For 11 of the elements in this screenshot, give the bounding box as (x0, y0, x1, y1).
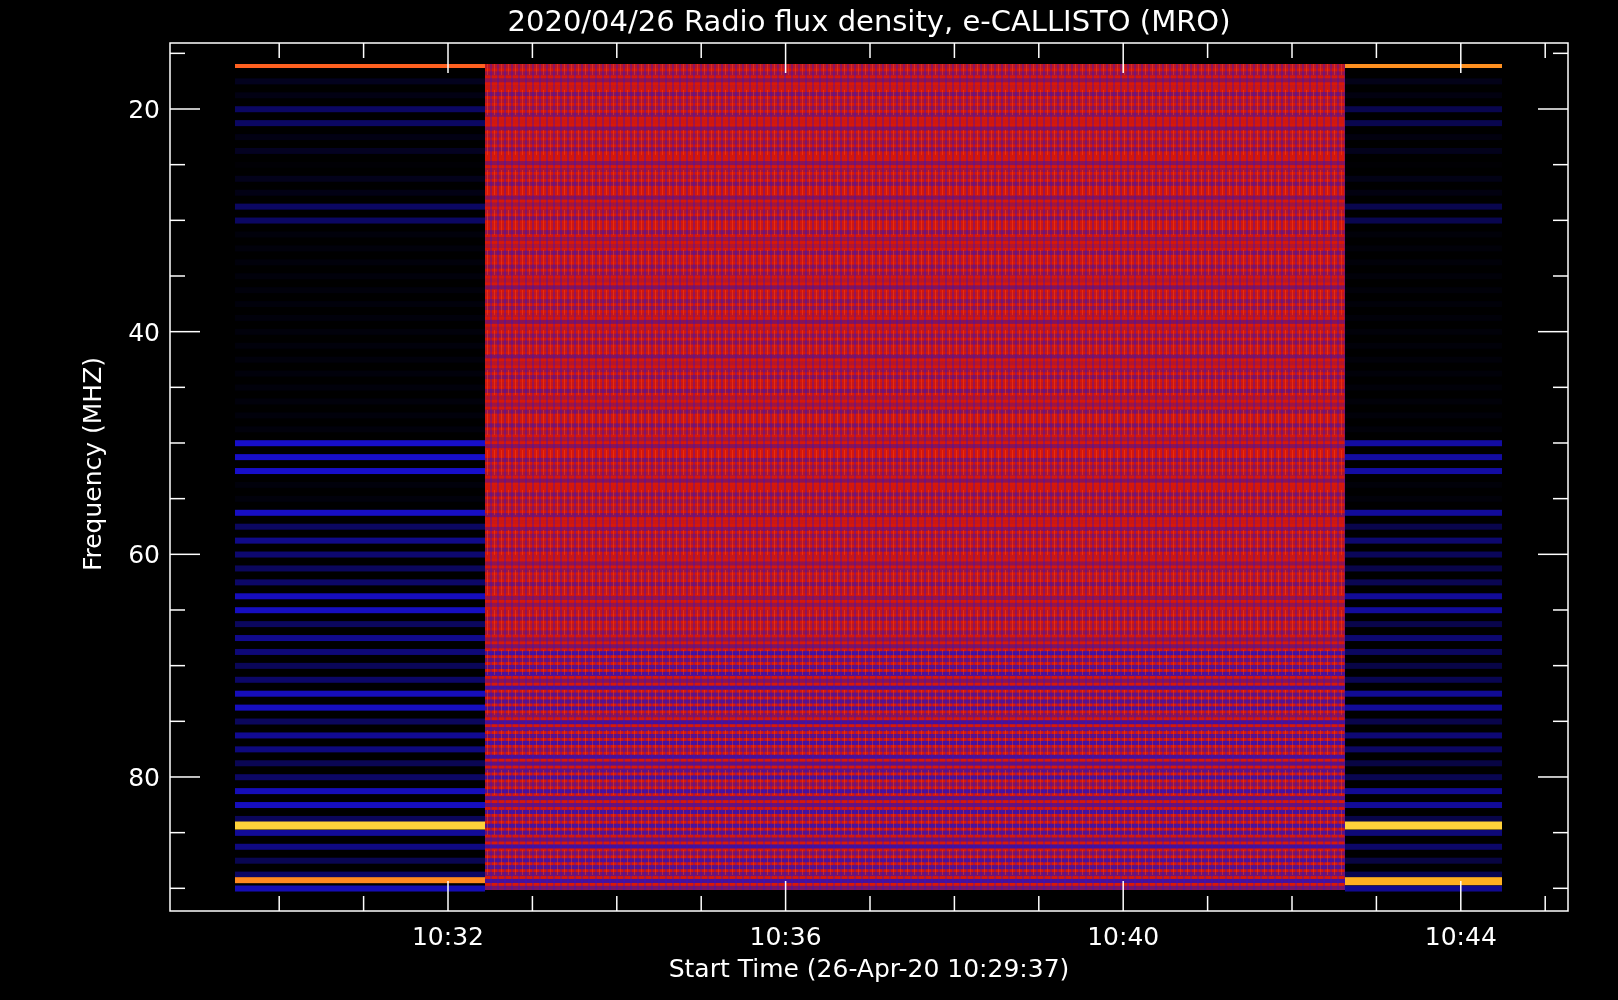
x-tick-label: 10:44 (1424, 922, 1497, 951)
x-axis-label: Start Time (26-Apr-20 10:29:37) (668, 954, 1070, 983)
y-axis-label: Frequency (MHZ) (78, 356, 107, 572)
x-tick-label: 10:40 (1087, 922, 1160, 951)
y-tick-label: 60 (128, 540, 160, 570)
y-tick-label: 20 (128, 95, 160, 124)
y-tick-label: 80 (128, 763, 160, 792)
chart-title: 2020/04/26 Radio flux density, e-CALLISTO (MRO) (507, 4, 1231, 38)
x-tick-label: 10:32 (412, 922, 484, 951)
y-tick-label: 40 (128, 317, 160, 347)
x-tick-label: 10:36 (749, 922, 822, 951)
